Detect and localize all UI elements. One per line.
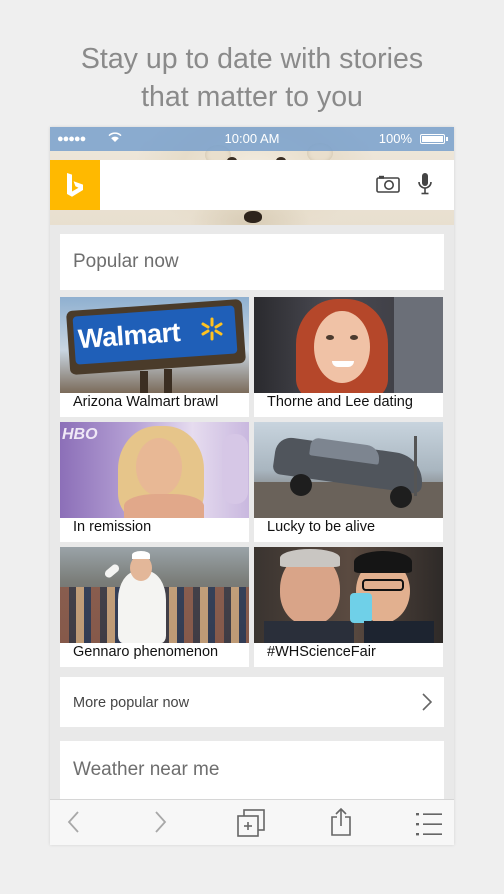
- hbo-backdrop-text: HBO: [62, 426, 98, 443]
- chevron-right-icon: [422, 693, 433, 716]
- tabs-icon[interactable]: [236, 808, 266, 843]
- bear-nose: [244, 211, 262, 223]
- headline: Stay up to date with stories that matter…: [0, 40, 504, 116]
- bing-logo-icon[interactable]: b: [50, 160, 100, 210]
- walmart-spark-icon: [200, 317, 224, 341]
- camera-icon[interactable]: [376, 175, 400, 198]
- popular-tile-1[interactable]: Walmart Arizona Walmart brawl: [60, 297, 249, 417]
- tile-caption: Thorne and Lee dating: [267, 394, 413, 410]
- popular-tile-2[interactable]: Thorne and Lee dating: [254, 297, 443, 417]
- walmart-sign-image: Walmart: [60, 297, 249, 393]
- headline-line-2: that matter to you: [141, 81, 363, 113]
- tile-caption: #WHScienceFair: [267, 644, 376, 660]
- tile-caption: Lucky to be alive: [267, 519, 376, 535]
- battery-percent: 100%: [378, 131, 412, 146]
- battery-fill: [422, 136, 443, 142]
- microphone-icon[interactable]: [417, 172, 433, 201]
- headline-line-1: Stay up to date with stories: [80, 43, 424, 75]
- tile-caption: Gennaro phenomenon: [73, 644, 219, 660]
- portrait-image: [254, 297, 443, 393]
- bottom-toolbar: [50, 799, 454, 845]
- menu-icon[interactable]: [416, 812, 442, 841]
- popular-tile-5[interactable]: Gennaro phenomenon: [60, 547, 249, 667]
- popular-now-title: Popular now: [73, 251, 179, 272]
- weather-card[interactable]: Weather near me: [60, 741, 444, 801]
- weather-title: Weather near me: [73, 759, 220, 780]
- more-popular-now-label: More popular now: [73, 695, 190, 711]
- status-bar: ●●●●● 10:00 AM 100%: [50, 127, 454, 151]
- search-bar[interactable]: b: [50, 160, 454, 210]
- tile-caption: In remission: [73, 519, 152, 535]
- popular-now-card: Popular now: [60, 234, 444, 290]
- car-accident-image: [254, 422, 443, 518]
- back-icon[interactable]: [66, 810, 80, 839]
- popular-tile-4[interactable]: Lucky to be alive: [254, 422, 443, 542]
- tile-caption: Arizona Walmart brawl: [73, 394, 219, 410]
- forward-icon[interactable]: [154, 810, 168, 839]
- share-icon[interactable]: [329, 807, 353, 842]
- more-popular-now-link[interactable]: More popular now: [60, 677, 444, 727]
- battery-icon: [420, 134, 448, 144]
- popular-tile-6[interactable]: #WHScienceFair: [254, 547, 443, 667]
- popular-tile-3[interactable]: HBO In remission: [60, 422, 249, 542]
- science-fair-selfie-image: [254, 547, 443, 643]
- crowd-pope-image: [60, 547, 249, 643]
- phone-screen: ●●●●● 10:00 AM 100% b: [50, 127, 454, 845]
- event-portrait-image: HBO: [60, 422, 249, 518]
